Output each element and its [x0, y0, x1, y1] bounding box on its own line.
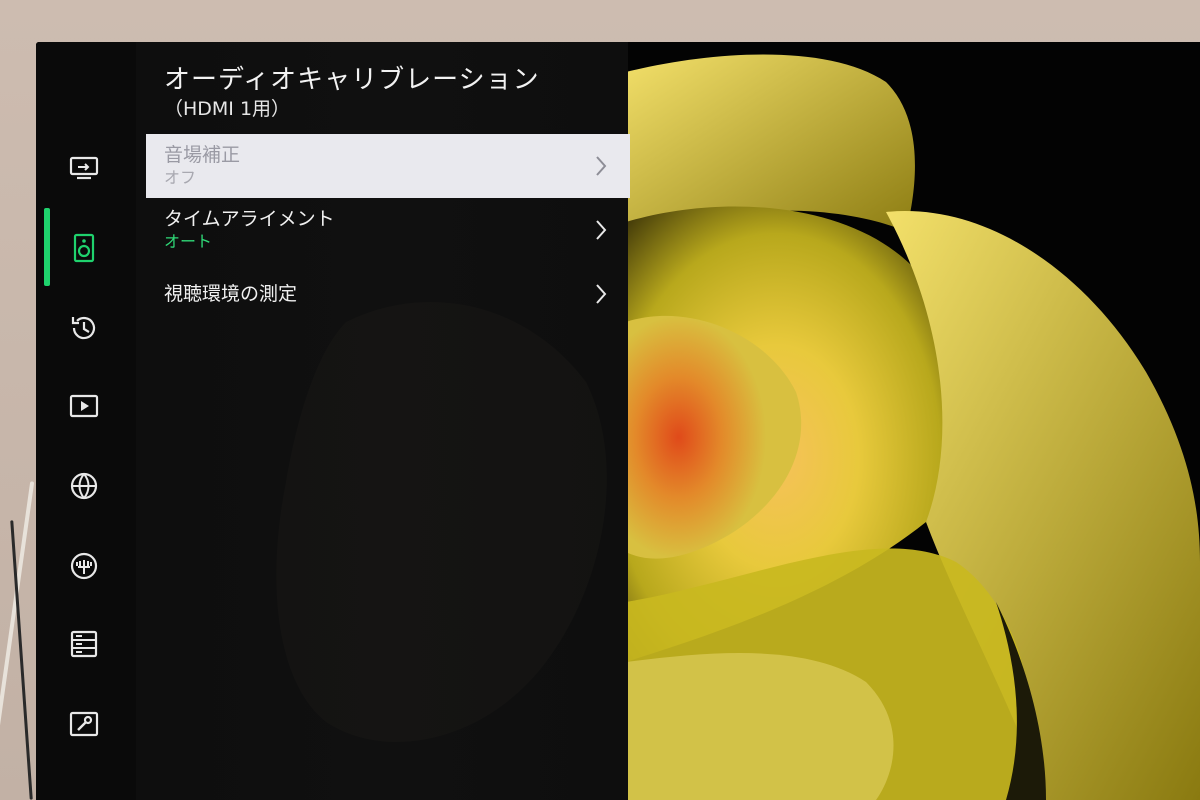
tv-screen: オーディオキャリブレーション （HDMI 1用） 音場補正 オフ タイムアライメ… — [36, 42, 1200, 800]
menu-item-time-alignment[interactable]: タイムアライメント オート — [146, 198, 630, 262]
background-photo — [626, 42, 1200, 800]
rose-image — [626, 42, 1200, 800]
menu-item-measure-environment[interactable]: 視聴環境の測定 — [146, 262, 630, 326]
chevron-right-icon — [596, 220, 607, 240]
page-subtitle: （HDMI 1用） — [164, 98, 291, 120]
menu-item-value: オート — [164, 232, 213, 251]
sidebar-item-settings[interactable] — [64, 704, 104, 744]
chevron-right-icon — [596, 284, 607, 304]
sidebar-item-tv-input[interactable] — [64, 148, 104, 188]
page-title: オーディオキャリブレーション — [164, 65, 540, 95]
play-icon — [69, 394, 99, 418]
sidebar-item-media[interactable] — [64, 386, 104, 426]
sidebar-item-storage[interactable] — [64, 624, 104, 664]
globe-icon — [70, 472, 98, 500]
menu-item-label: タイムアライメント — [164, 208, 335, 230]
sidebar-item-sound[interactable] — [64, 228, 104, 268]
settings-wrench-icon — [69, 711, 99, 737]
ghost-rose-shape — [276, 302, 607, 742]
tv-input-icon — [69, 156, 99, 180]
antenna-icon — [70, 552, 98, 580]
menu-item-value: オフ — [164, 168, 197, 187]
storage-icon — [70, 630, 98, 658]
speaker-icon — [73, 233, 95, 263]
menu-item-label: 音場補正 — [164, 144, 241, 166]
menu-item-sound-field-correction[interactable]: 音場補正 オフ — [146, 134, 630, 198]
selected-indicator — [44, 208, 50, 286]
menu-item-label: 視聴環境の測定 — [164, 283, 298, 305]
sidebar-item-broadcast[interactable] — [64, 546, 104, 586]
sidebar — [36, 42, 136, 800]
history-icon — [71, 316, 96, 340]
sidebar-item-history[interactable] — [64, 308, 104, 348]
settings-panel: オーディオキャリブレーション （HDMI 1用） 音場補正 オフ タイムアライメ… — [36, 42, 630, 800]
panel-header: オーディオキャリブレーション （HDMI 1用） — [164, 64, 540, 122]
chevron-right-icon — [596, 156, 607, 176]
settings-list: 音場補正 オフ タイムアライメント オート 視聴環境の測定 — [146, 134, 630, 326]
sidebar-item-network[interactable] — [64, 466, 104, 506]
